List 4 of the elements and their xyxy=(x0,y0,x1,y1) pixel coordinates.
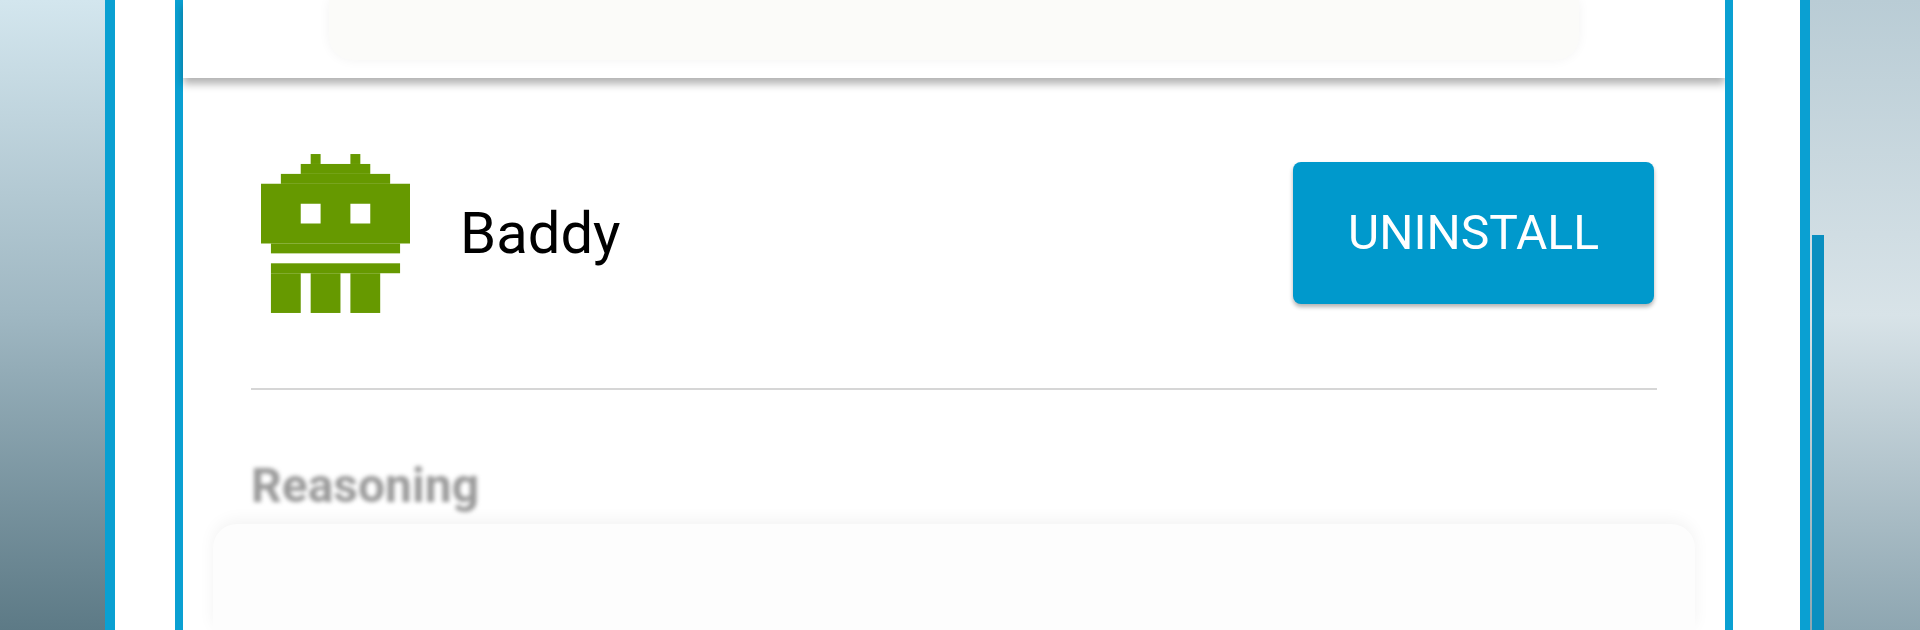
app-name: Baddy xyxy=(460,197,621,269)
uninstall-button[interactable]: UNINSTALL xyxy=(1293,162,1654,304)
section-heading: Reasoning xyxy=(251,457,480,514)
robot-icon xyxy=(261,153,410,313)
